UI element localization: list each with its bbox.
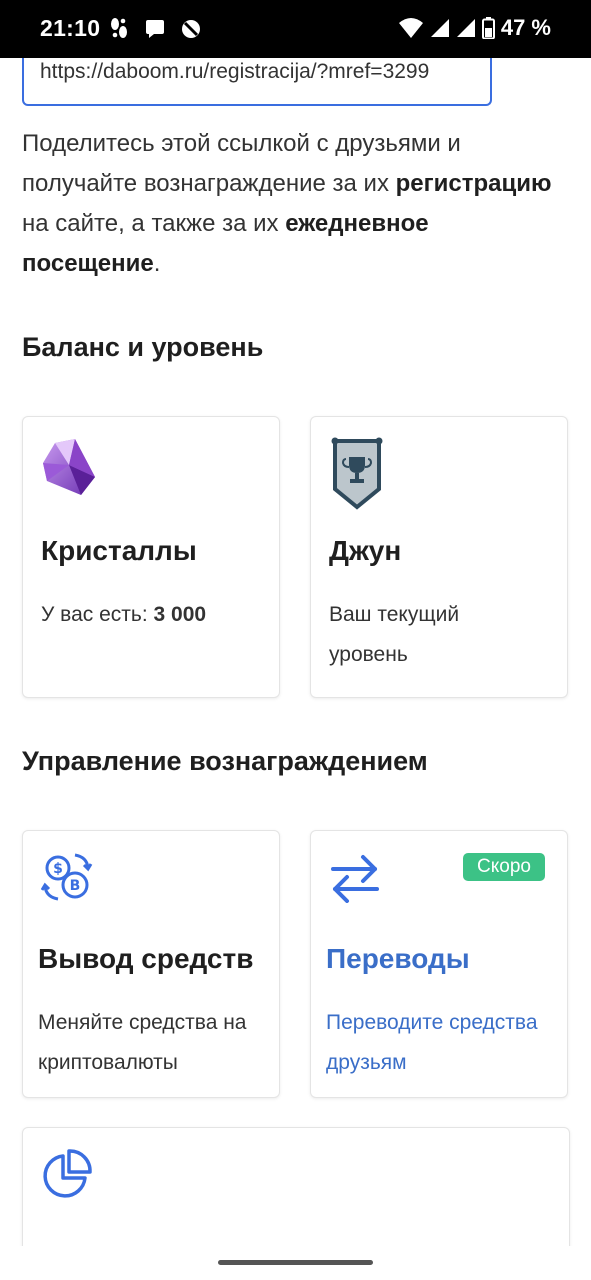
transfers-card[interactable]: Скоро Переводы Переводите средства друзь…	[310, 830, 568, 1098]
status-time: 21:10	[40, 15, 101, 41]
referral-description: Поделитесь этой ссылкой с друзьями и пол…	[22, 124, 572, 284]
reward-heading: Управление вознаграждением	[22, 746, 428, 776]
referral-link-field[interactable]: https://daboom.ru/registracija/?mref=329…	[22, 58, 492, 106]
status-right: 47 %	[398, 15, 551, 41]
crystals-amount: 3 000	[153, 603, 207, 626]
level-title: Джун	[329, 535, 402, 566]
svg-text:B: B	[70, 878, 81, 894]
page-content: https://daboom.ru/registracija/?mref=329…	[0, 58, 591, 1246]
level-subtitle: Ваш текущий уровень	[329, 603, 460, 666]
description-bold-registration: регистрацию	[395, 170, 552, 197]
wifi-icon	[398, 18, 423, 38]
no-disturb-icon	[182, 20, 200, 38]
crystal-icon	[43, 439, 95, 495]
footsteps-icon	[111, 18, 127, 38]
balance-heading: Баланс и уровень	[22, 332, 264, 362]
crystals-card[interactable]: Кристаллы У вас есть: 3 000	[22, 416, 280, 698]
withdraw-subtitle: Меняйте средства на криптовалюты	[38, 1011, 247, 1074]
statistics-card[interactable]	[22, 1127, 570, 1246]
referral-link-value[interactable]: https://daboom.ru/registracija/?mref=329…	[40, 60, 429, 84]
withdraw-title: Вывод средств	[38, 943, 254, 974]
currency-exchange-icon: $ B	[41, 853, 93, 901]
transfers-subtitle: Переводите средства друзьям	[326, 1011, 538, 1074]
transfers-title: Переводы	[326, 943, 470, 974]
level-card[interactable]: Джун Ваш текущий уровень	[310, 416, 568, 698]
crystals-title: Кристаллы	[41, 535, 197, 566]
withdraw-card[interactable]: $ B Вывод средств Меняйте средства на кр…	[22, 830, 280, 1098]
chat-bubble-icon	[146, 20, 164, 38]
description-text: .	[153, 250, 161, 277]
description-text: на сайте, а также за их	[22, 210, 286, 237]
svg-text:$: $	[53, 861, 63, 877]
home-gesture-handle[interactable]	[218, 1260, 373, 1265]
signal-icon	[430, 19, 449, 37]
coming-soon-badge: Скоро	[463, 853, 545, 881]
battery-percent: 47 %	[500, 15, 551, 40]
signal-icon	[456, 19, 475, 37]
status-bar: 21:10 47 %	[0, 0, 591, 58]
battery-icon	[481, 17, 495, 39]
crystals-balance: У вас есть: 3 000	[41, 595, 266, 635]
notification-icons	[108, 17, 202, 41]
trophy-shield-icon	[331, 437, 383, 510]
crystals-balance-label: У вас есть:	[41, 603, 154, 626]
navigation-bar	[0, 1246, 591, 1280]
pie-chart-icon	[43, 1149, 92, 1198]
transfer-arrows-icon	[331, 855, 379, 903]
